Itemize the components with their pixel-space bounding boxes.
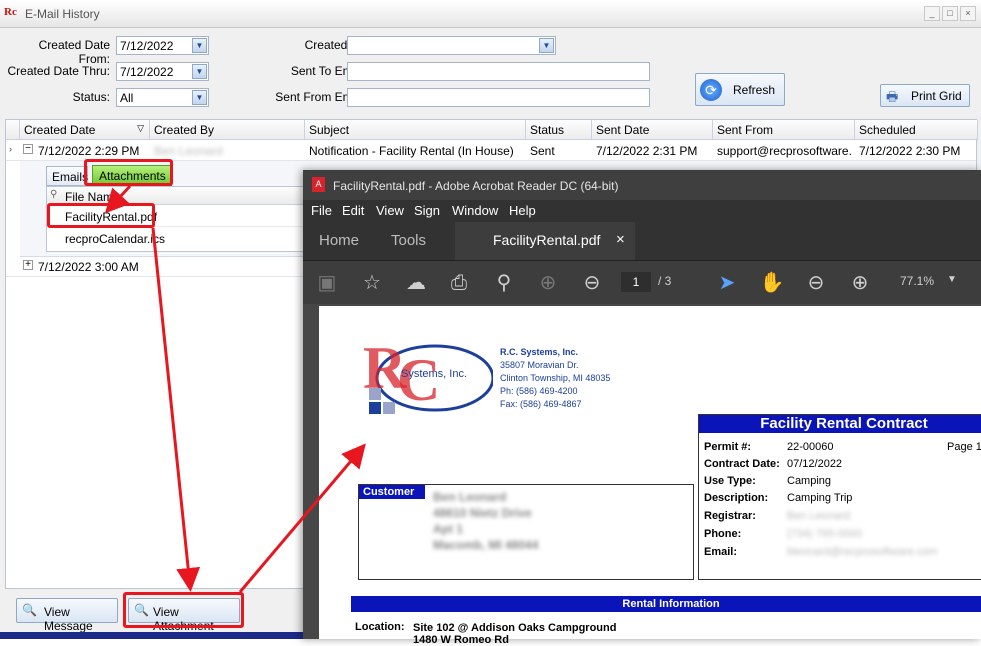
annotation-arrows [104,184,366,593]
arrow-button-to-pdf [238,443,366,593]
arrow-file-to-button [151,227,201,592]
arrow-tab-to-file [104,184,132,214]
